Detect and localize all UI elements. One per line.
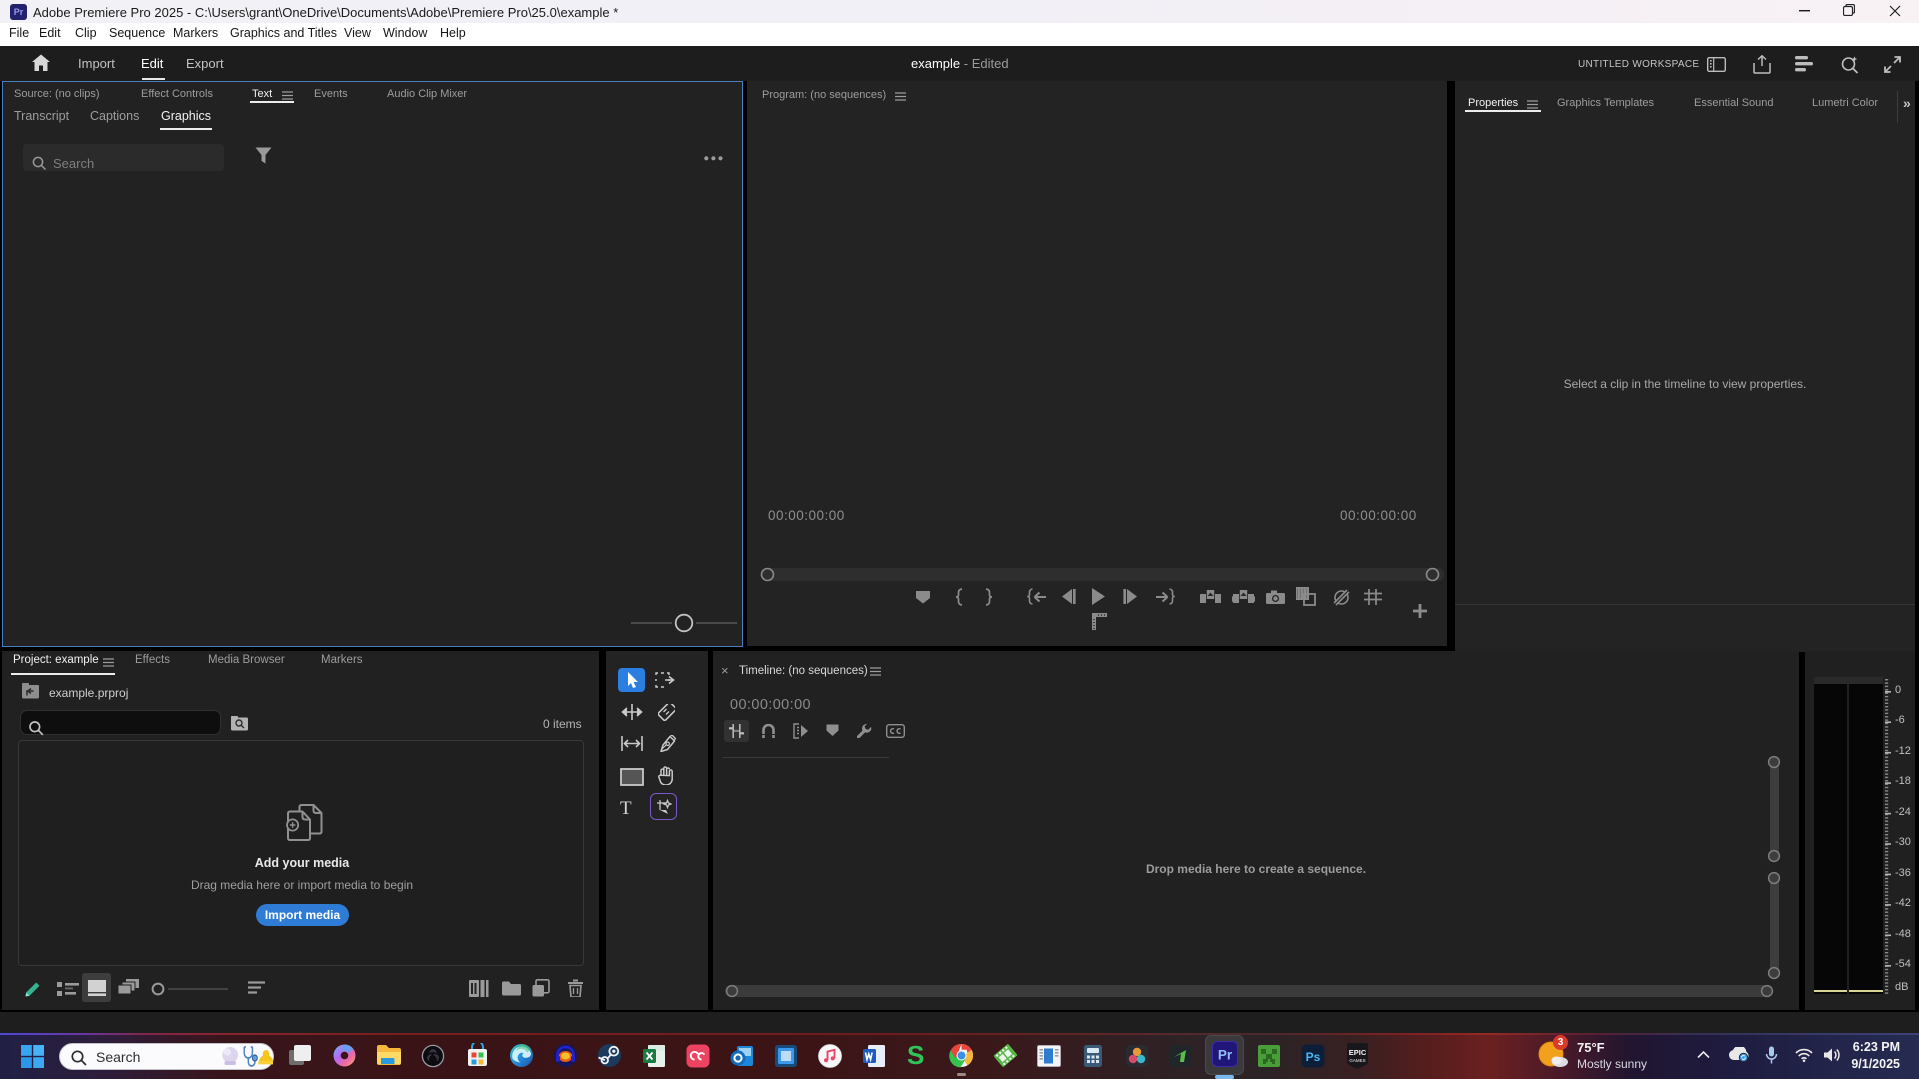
- svg-text:GAMES: GAMES: [1349, 1058, 1365, 1063]
- svg-text:Ps: Ps: [1306, 1050, 1321, 1064]
- svg-text:Pr: Pr: [1218, 1048, 1233, 1063]
- svg-text:EPIC: EPIC: [1349, 1048, 1367, 1057]
